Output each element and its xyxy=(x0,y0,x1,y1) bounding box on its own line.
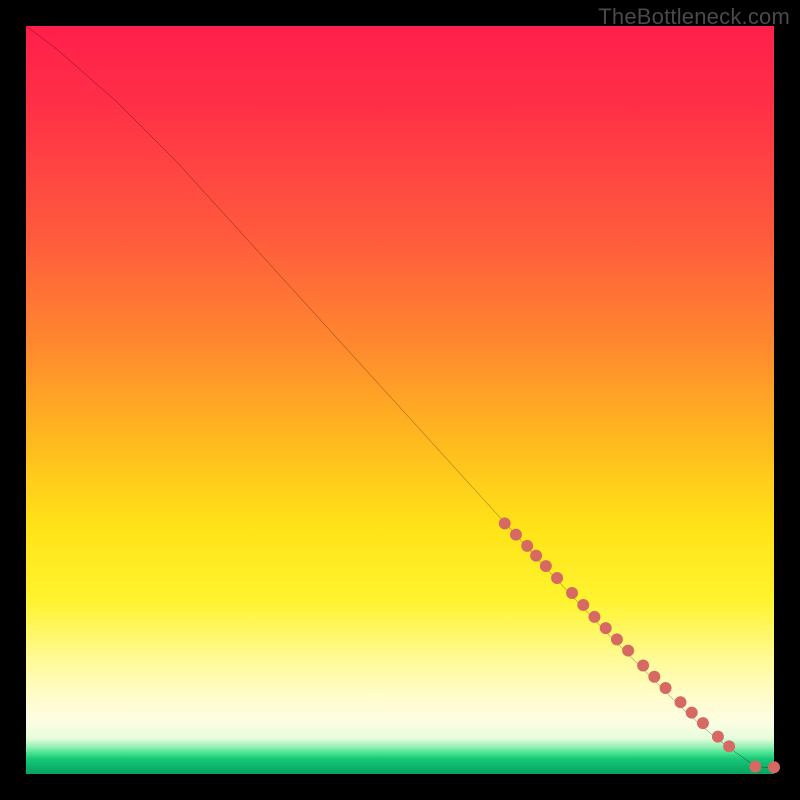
data-marker xyxy=(712,731,724,743)
data-marker xyxy=(521,540,533,552)
curve-layer xyxy=(26,26,774,767)
data-marker xyxy=(577,599,589,611)
data-marker xyxy=(675,696,687,708)
data-marker xyxy=(637,660,649,672)
data-marker xyxy=(686,707,698,719)
data-marker xyxy=(510,529,522,541)
data-marker xyxy=(723,740,735,752)
data-marker xyxy=(600,622,612,634)
markers-layer xyxy=(499,517,780,773)
data-marker xyxy=(551,572,563,584)
data-marker xyxy=(611,633,623,645)
data-marker xyxy=(540,560,552,572)
data-marker xyxy=(499,517,511,529)
chart-stage: TheBottleneck.com xyxy=(0,0,800,800)
chart-overlay xyxy=(26,26,774,774)
data-marker xyxy=(566,587,578,599)
data-marker xyxy=(697,717,709,729)
data-marker xyxy=(530,550,542,562)
data-marker xyxy=(648,671,660,683)
data-marker xyxy=(768,761,780,773)
data-marker xyxy=(622,645,634,657)
data-marker xyxy=(749,761,761,773)
curve-path xyxy=(26,26,774,767)
data-marker xyxy=(588,611,600,623)
data-marker xyxy=(660,682,672,694)
